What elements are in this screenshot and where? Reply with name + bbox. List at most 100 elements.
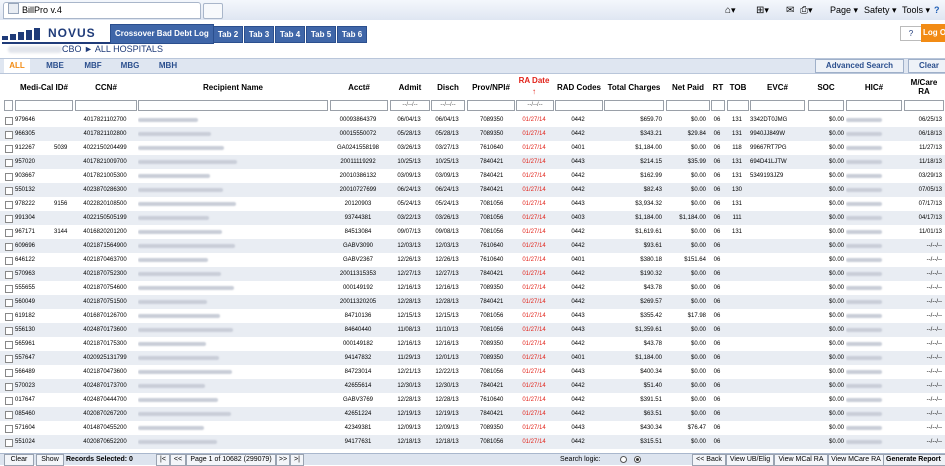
select-all-checkbox[interactable]	[4, 100, 13, 111]
table-row[interactable]: 966305 4017821102800 00015550072 05/28/13 05…	[0, 127, 945, 141]
filter-mcare-ra[interactable]	[904, 100, 944, 111]
filter-acct[interactable]	[330, 100, 388, 111]
table-row[interactable]: 646122 4021870463700 GABV2367 12/26/13 12/26…	[0, 253, 945, 267]
row-checkbox[interactable]	[5, 313, 13, 321]
col-rt[interactable]: RT	[711, 77, 725, 97]
row-checkbox[interactable]	[5, 257, 13, 265]
tab-crossover-bad-debt-log[interactable]: Crossover Bad Debt Log	[110, 24, 214, 44]
page-menu[interactable]: Page ▾	[830, 3, 858, 17]
filter-rad-codes[interactable]	[555, 100, 603, 111]
col-total-charges[interactable]: Total Charges	[604, 77, 664, 97]
filter-hic[interactable]	[846, 100, 902, 111]
print-icon[interactable]: ⎙▾	[800, 3, 813, 18]
table-row[interactable]: 912267 5039 4022150204499 GA0241558198 03/26…	[0, 141, 945, 155]
row-checkbox[interactable]	[5, 369, 13, 377]
table-row[interactable]: 978222 9156 4022820108500 20120903 05/24/13 0…	[0, 197, 945, 211]
subtab-mbe[interactable]: MBE	[40, 59, 70, 73]
back-button[interactable]: << Back	[692, 454, 726, 466]
row-checkbox[interactable]	[5, 117, 13, 125]
col-admit[interactable]: Admit	[390, 77, 430, 97]
col-prov-npi[interactable]: Prov/NPI#	[467, 77, 515, 97]
table-row[interactable]: 565961 4021870175300 000149182 12/16/13 12/1…	[0, 337, 945, 351]
clear-selection-button[interactable]: Clear	[4, 454, 34, 466]
subtab-mbh[interactable]: MBH	[152, 59, 184, 73]
col-disch[interactable]: Disch	[431, 77, 465, 97]
table-row[interactable]: 991304 4022150505199 93744381 03/22/13 03/26…	[0, 211, 945, 225]
help-button[interactable]: ?	[900, 26, 922, 41]
table-row[interactable]: 957020 4017821009700 20011119292 10/25/13 10…	[0, 155, 945, 169]
table-row[interactable]: 619182 4016870126700 84710136 12/15/13 12/15…	[0, 309, 945, 323]
table-row[interactable]: 017647 4024870444700 GABV3769 12/28/13 12/28…	[0, 393, 945, 407]
view-mcal-ra-button[interactable]: View MCal RA	[774, 454, 828, 466]
row-checkbox[interactable]	[5, 215, 13, 223]
tab-6[interactable]: Tab 6	[337, 26, 367, 43]
subtab-all[interactable]: ALL	[4, 59, 30, 73]
new-tab-button[interactable]	[203, 3, 223, 19]
col-hic[interactable]: HIC#	[846, 77, 902, 97]
subtab-mbf[interactable]: MBF	[78, 59, 108, 73]
filter-net-paid[interactable]	[666, 100, 710, 111]
filter-recipient-name[interactable]	[138, 100, 328, 111]
tools-menu[interactable]: Tools ▾	[902, 3, 930, 17]
filter-medi-cal-id[interactable]	[15, 100, 73, 111]
feeds-icon[interactable]: ⊞▾	[756, 3, 769, 18]
tab-3[interactable]: Tab 3	[244, 26, 274, 43]
col-medi-cal-id[interactable]: Medi-Cal ID#	[15, 77, 73, 97]
home-icon[interactable]: ⌂▾	[725, 3, 736, 18]
row-checkbox[interactable]	[5, 187, 13, 195]
filter-ccn[interactable]	[75, 100, 137, 111]
row-checkbox[interactable]	[5, 397, 13, 405]
table-row[interactable]: 556130 4024870173600 84640440 11/08/13 11/10…	[0, 323, 945, 337]
table-row[interactable]: 979646 4017821102700 00093864379 06/04/13 06…	[0, 113, 945, 127]
col-ccn[interactable]: CCN#	[75, 77, 137, 97]
table-row[interactable]: 566489 4021870473600 84723014 12/21/13 12/22…	[0, 365, 945, 379]
row-checkbox[interactable]	[5, 327, 13, 335]
col-evc[interactable]: EVC#	[750, 77, 805, 97]
filter-disch[interactable]: --/--/--	[431, 100, 465, 111]
tab-2[interactable]: Tab 2	[213, 26, 243, 43]
row-checkbox[interactable]	[5, 439, 13, 447]
filter-total-charges[interactable]	[604, 100, 664, 111]
table-row[interactable]: 550132 4023870286300 20010727699 06/24/13 06…	[0, 183, 945, 197]
col-soc[interactable]: SOC	[808, 77, 844, 97]
table-row[interactable]: 570963 4021870752300 20011315353 12/27/13 12…	[0, 267, 945, 281]
prev-page-button[interactable]: <<	[170, 454, 186, 466]
row-checkbox[interactable]	[5, 425, 13, 433]
logout-button[interactable]: Log Out	[921, 24, 945, 42]
col-recipient-name[interactable]: Recipient Name	[138, 77, 328, 97]
row-checkbox[interactable]	[5, 243, 13, 251]
advanced-search-button[interactable]: Advanced Search	[815, 59, 904, 73]
row-checkbox[interactable]	[5, 285, 13, 293]
filter-prov-npi[interactable]	[467, 100, 515, 111]
filter-ra-date[interactable]: --/--/--	[516, 100, 554, 111]
tab-5[interactable]: Tab 5	[306, 26, 336, 43]
row-checkbox[interactable]	[5, 229, 13, 237]
table-row[interactable]: 560049 4021870751500 20011320205 12/28/13 12…	[0, 295, 945, 309]
show-button[interactable]: Show	[36, 454, 64, 466]
col-mcare-ra[interactable]: M/Care RA	[904, 76, 944, 98]
row-checkbox[interactable]	[5, 355, 13, 363]
generate-report-button[interactable]: Generate Report	[883, 454, 945, 466]
row-checkbox[interactable]	[5, 131, 13, 139]
row-checkbox[interactable]	[5, 299, 13, 307]
browser-tab[interactable]: BillPro v.4	[3, 2, 201, 19]
search-logic-and-radio[interactable]	[620, 456, 627, 463]
row-checkbox[interactable]	[5, 173, 13, 181]
first-page-button[interactable]: |<	[156, 454, 170, 466]
search-logic-or-radio[interactable]	[634, 456, 641, 463]
table-row[interactable]: 551024 4020870652200 94177631 12/18/13 12/18…	[0, 435, 945, 449]
last-page-button[interactable]: >|	[290, 454, 304, 466]
help-menu-icon[interactable]: ?	[934, 3, 940, 17]
filter-admit[interactable]: --/--/--	[390, 100, 430, 111]
table-row[interactable]: 555655 4021870754600 000149192 12/16/13 12/1…	[0, 281, 945, 295]
subtab-mbg[interactable]: MBG	[114, 59, 146, 73]
row-checkbox[interactable]	[5, 159, 13, 167]
row-checkbox[interactable]	[5, 383, 13, 391]
table-row[interactable]: 571604 4014870455200 42349381 12/09/13 12/09…	[0, 421, 945, 435]
row-checkbox[interactable]	[5, 145, 13, 153]
col-net-paid[interactable]: Net Paid	[666, 77, 710, 97]
table-row[interactable]: 085460 4020870267200 42651224 12/19/13 12/19…	[0, 407, 945, 421]
tab-4[interactable]: Tab 4	[275, 26, 305, 43]
col-tob[interactable]: TOB	[727, 77, 749, 97]
col-acct[interactable]: Acct#	[330, 77, 388, 97]
